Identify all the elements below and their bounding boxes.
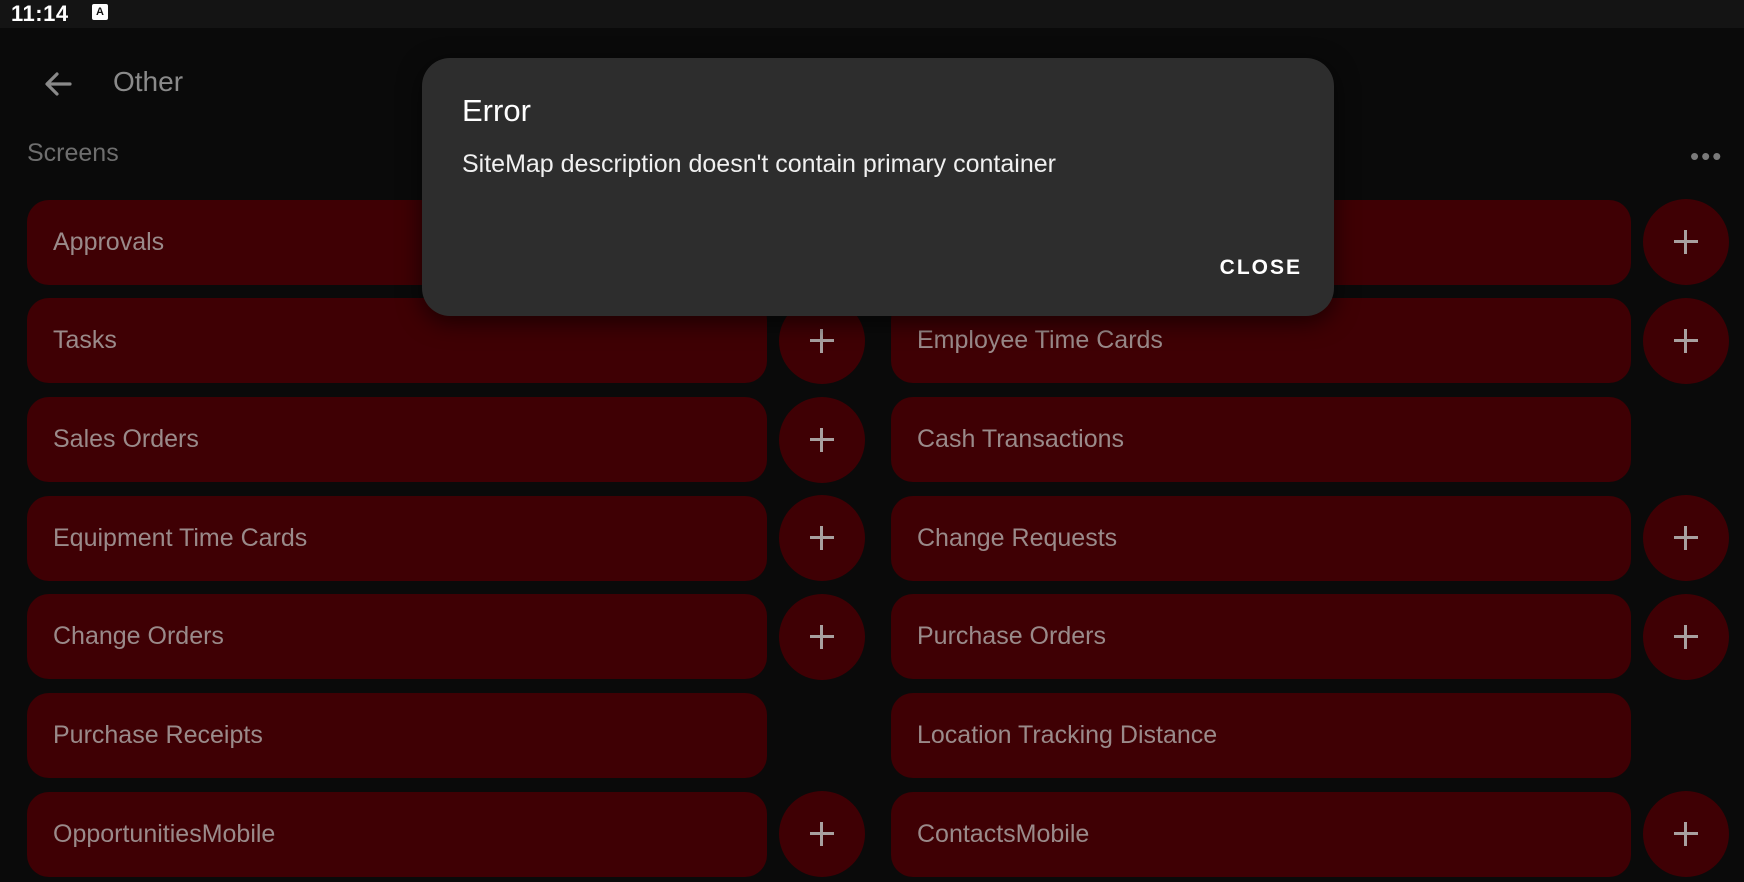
error-dialog: Error SiteMap description doesn't contai… xyxy=(422,58,1334,316)
dialog-title: Error xyxy=(462,93,531,128)
close-button[interactable]: CLOSE xyxy=(1220,256,1302,280)
dialog-message: SiteMap description doesn't contain prim… xyxy=(462,150,1056,178)
